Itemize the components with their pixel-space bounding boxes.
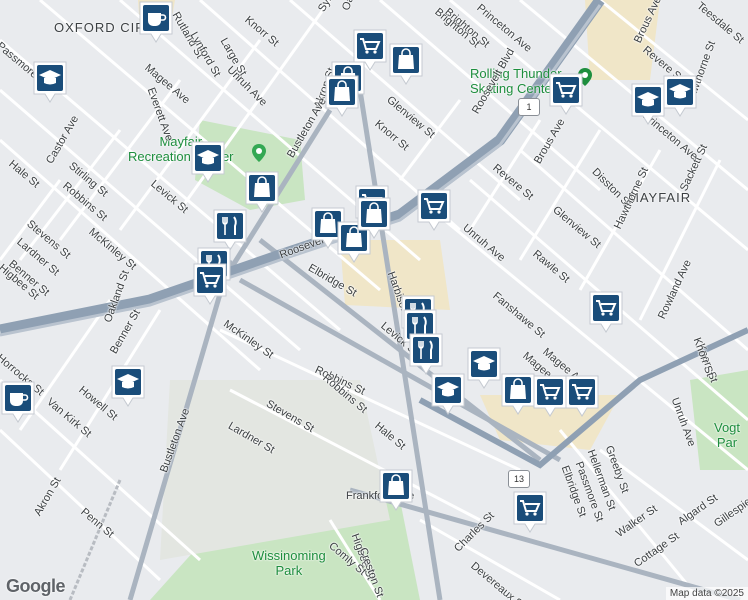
route-shield: 1 [518,98,540,116]
shopping-cart-marker[interactable] [564,374,600,418]
park-pin-icon[interactable] [252,144,266,162]
route-shield: 13 [508,470,530,488]
google-logo: Google [6,576,66,596]
graduation-cap-marker[interactable] [190,140,226,184]
map-attribution[interactable]: Map data ©2025 [665,587,748,600]
graduation-cap-icon [431,373,465,415]
graduation-cap-marker[interactable] [110,364,146,408]
shopping-bag-icon [357,197,391,239]
graduation-cap-marker[interactable] [466,346,502,390]
restaurant-icon [409,333,443,375]
park-label-wissinoming: Wissinoming Park [252,548,326,578]
shopping-bag-icon [325,75,359,117]
shopping-cart-icon [533,375,567,417]
shopping-cart-marker[interactable] [192,262,228,306]
shopping-cart-icon [513,491,547,533]
shopping-bag-icon [501,373,535,415]
graduation-cap-icon [467,347,501,389]
graduation-cap-icon [663,75,697,117]
graduation-cap-marker[interactable] [630,82,666,126]
graduation-cap-icon [191,141,225,183]
map-canvas[interactable]: OXFORD CIR MAYFAIR Mayfair Recreation Cen… [0,0,748,600]
graduation-cap-icon [631,83,665,125]
shopping-cart-icon [565,375,599,417]
graduation-cap-icon [111,365,145,407]
graduation-cap-marker[interactable] [430,372,466,416]
shopping-cart-icon [417,189,451,231]
coffee-icon [1,381,35,423]
shopping-bag-marker[interactable] [378,468,414,512]
shopping-bag-marker[interactable] [324,74,360,118]
park-label-vogt: Vogt Par [713,420,741,450]
graduation-cap-marker[interactable] [662,74,698,118]
shopping-cart-marker[interactable] [512,490,548,534]
shopping-bag-icon [245,171,279,213]
shopping-bag-marker[interactable] [500,372,536,416]
coffee-marker[interactable] [0,380,36,424]
shopping-cart-marker[interactable] [548,72,584,116]
shopping-bag-icon [379,469,413,511]
coffee-icon [139,1,173,43]
graduation-cap-marker[interactable] [32,60,68,104]
shopping-cart-marker[interactable] [532,374,568,418]
shopping-bag-marker[interactable] [388,42,424,86]
coffee-marker[interactable] [138,0,174,44]
shopping-cart-marker[interactable] [588,290,624,334]
graduation-cap-icon [33,61,67,103]
shopping-bag-marker[interactable] [244,170,280,214]
shopping-cart-icon [549,73,583,115]
shopping-bag-icon [389,43,423,85]
shopping-cart-icon [193,263,227,305]
neighborhood-label: OXFORD CIR [54,20,146,35]
shopping-cart-icon [589,291,623,333]
shopping-cart-marker[interactable] [416,188,452,232]
shopping-bag-marker[interactable] [356,196,392,240]
restaurant-marker[interactable] [408,332,444,376]
